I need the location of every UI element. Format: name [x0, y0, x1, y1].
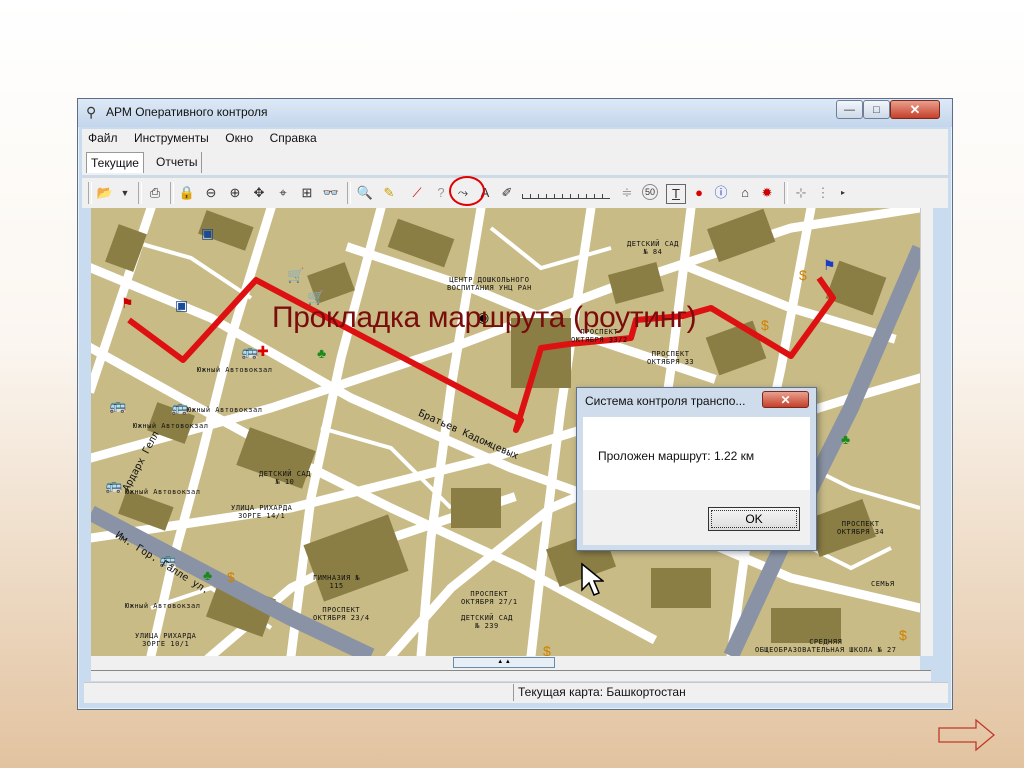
help-icon[interactable]: ?	[432, 184, 450, 202]
speed-limit-icon[interactable]: 50	[642, 184, 658, 200]
bus-icon: 🚌	[171, 399, 189, 415]
bank-icon: $	[899, 627, 907, 643]
status-bar: Текущая карта: Башкортостан	[84, 682, 948, 703]
bank-icon: $	[543, 643, 551, 656]
close-button[interactable]: ✕	[890, 100, 940, 119]
pencil-icon[interactable]: ✎	[380, 184, 398, 202]
printer-icon[interactable]: ⎙	[146, 184, 164, 202]
label-yuzhny: Южный Автовокзал	[133, 422, 209, 430]
window-title: АРМ Оперативного контроля	[106, 105, 268, 119]
map-ruler	[91, 670, 931, 681]
shop-icon: 🛒	[287, 267, 305, 283]
tree-icon: ♣	[317, 345, 327, 361]
maximize-button[interactable]: □	[863, 100, 890, 119]
finish-flag-icon[interactable]: ⚑	[823, 258, 836, 272]
label-prospekt-34: ПРОСПЕКТ ОКТЯБРЯ 34	[837, 520, 885, 536]
slide-caption: Прокладка маршрута (роутинг)	[272, 301, 697, 334]
scroll-thumb[interactable]: ▲ ▲	[453, 657, 555, 668]
label-zorge-14: УЛИЦА РИХАРДА ЗОРГЕ 14/1	[231, 504, 293, 520]
center-icon[interactable]: ⌖	[274, 184, 292, 202]
next-slide-arrow-icon[interactable]	[938, 718, 998, 752]
route-tool-highlight	[449, 176, 485, 206]
route-icon[interactable]: ⟋	[408, 184, 426, 202]
label-prospekt-33: ПРОСПЕКТ ОКТЯБРЯ 33	[647, 350, 695, 366]
label-school-27: СРЕДНЯЯ ОБЩЕОБРАЗОВАТЕЛЬНАЯ ШКОЛА № 27	[755, 638, 897, 654]
label-kindergarten-10: ДЕТСКИЙ САД № 10	[259, 470, 311, 486]
toolbar-separator	[347, 182, 351, 204]
app-icon: ⚲	[86, 104, 97, 120]
menu-window[interactable]: Окно	[219, 129, 259, 147]
hospital-icon: ✚	[257, 343, 269, 359]
label-yuzhny: Южный Автовокзал	[197, 366, 273, 374]
toolbar-separator	[138, 182, 142, 204]
lock-icon[interactable]: 🔒	[178, 184, 196, 202]
bus-icon: 🚌	[109, 397, 127, 413]
label-center: ЦЕНТР ДОШКОЛЬНОГО ВОСПИТАНИЯ УНЦ РАН	[447, 276, 532, 292]
label-prospekt-23: ПРОСПЕКТ ОКТЯБРЯ 23/4	[313, 606, 370, 622]
title-bar[interactable]: ⚲ АРМ Оперативного контроля — □ ✕	[78, 99, 952, 127]
dialog-footer: OK	[583, 490, 810, 545]
tree-icon[interactable]: ⋮	[814, 184, 832, 202]
status-current-map: Текущая карта: Башкортостан	[513, 684, 948, 701]
layers-icon[interactable]: ●	[690, 184, 708, 202]
marker-icon[interactable]: ✹	[758, 184, 776, 202]
map-horizontal-scrollbar[interactable]: ▲ ▲	[91, 656, 920, 670]
label-yuzhny: Южный Автовокзал	[125, 602, 201, 610]
bus-icon: 🚌	[241, 343, 259, 359]
menu-help[interactable]: Справка	[264, 129, 323, 147]
bus-icon: 🚌	[105, 477, 123, 493]
toolbar-separator	[170, 182, 174, 204]
tree-icon: ♣	[841, 431, 851, 447]
tree-icon: ♣	[203, 567, 213, 583]
toolbar-separator	[88, 182, 92, 204]
ok-button[interactable]: OK	[708, 507, 800, 531]
label-kindergarten-239: ДЕТСКИЙ САД № 239	[461, 614, 513, 630]
toolbar-separator	[784, 182, 788, 204]
dialog-body: Проложен маршрут: 1.22 км OK	[583, 417, 810, 545]
menu-tools[interactable]: Инструменты	[128, 129, 215, 147]
layers-toggle-icon[interactable]: ≑	[618, 184, 636, 202]
magnifier-icon[interactable]: 🔍	[356, 184, 374, 202]
dialog-message: Проложен маршрут: 1.22 км	[598, 449, 755, 463]
text-tool-icon[interactable]: T	[666, 184, 686, 204]
label-semya: СЕМЬЯ	[871, 580, 895, 588]
chevron-down-icon[interactable]: ▼	[116, 184, 134, 202]
label-yuzhny: Южный Автовокзал	[187, 406, 263, 414]
map-vertical-scrollbar[interactable]	[920, 208, 933, 656]
bank-icon: $	[227, 569, 235, 585]
dialog-close-button[interactable]: ✕	[762, 391, 809, 408]
route-dialog: Система контроля транспо... ✕ Проложен м…	[576, 387, 817, 551]
binoculars-icon[interactable]: 👓	[322, 184, 340, 202]
info-icon[interactable]: ⓘ	[712, 184, 730, 202]
label-prospekt-27: ПРОСПЕКТ ОКТЯБРЯ 27/1	[461, 590, 518, 606]
open-folder-icon[interactable]: 📂	[96, 184, 114, 202]
parking-icon: ▣	[175, 297, 189, 313]
map-toolbar: 📂 ▼ ⎙ 🔒 ⊖ ⊕ ✥ ⌖ ⊞ 👓 🔍 ✎ ⟋ ? ⤳ A ✐ ≑ 50 T…	[82, 177, 948, 208]
minimize-button[interactable]: —	[836, 100, 863, 119]
house-icon[interactable]: ⌂	[736, 184, 754, 202]
tab-strip: Текущие Отчеты	[82, 149, 948, 175]
tab-reports[interactable]: Отчеты	[152, 152, 203, 173]
menu-bar: Файл Инструменты Окно Справка	[82, 129, 948, 149]
zoom-in-icon[interactable]: ⊕	[226, 184, 244, 202]
node-icon[interactable]: ⊹	[792, 184, 810, 202]
tab-current[interactable]: Текущие	[86, 152, 144, 173]
pan-icon[interactable]: ✥	[250, 184, 268, 202]
label-zorge-10: УЛИЦА РИХАРДА ЗОРГЕ 10/1	[135, 632, 197, 648]
grid-icon[interactable]: ⊞	[298, 184, 316, 202]
bank-icon: $	[799, 267, 807, 283]
scale-slider[interactable]	[522, 188, 610, 199]
mouse-cursor-icon	[581, 562, 604, 596]
eraser-icon[interactable]: ✐	[498, 184, 516, 202]
parking-icon: ▣	[201, 225, 215, 241]
menu-file[interactable]: Файл	[82, 129, 124, 147]
chevron-right-icon[interactable]: ▸	[834, 184, 852, 202]
zoom-out-icon[interactable]: ⊖	[202, 184, 220, 202]
label-gymnasium: ГИМНАЗИЯ № 115	[313, 574, 361, 590]
bank-icon: $	[761, 317, 769, 333]
dialog-title: Система контроля транспо...	[585, 394, 746, 408]
start-flag-icon[interactable]: ⚑	[121, 296, 134, 310]
label-kindergarten-84: ДЕТСКИЙ САД № 84	[627, 240, 679, 256]
label-yuzhny: Южный Автовокзал	[125, 488, 201, 496]
